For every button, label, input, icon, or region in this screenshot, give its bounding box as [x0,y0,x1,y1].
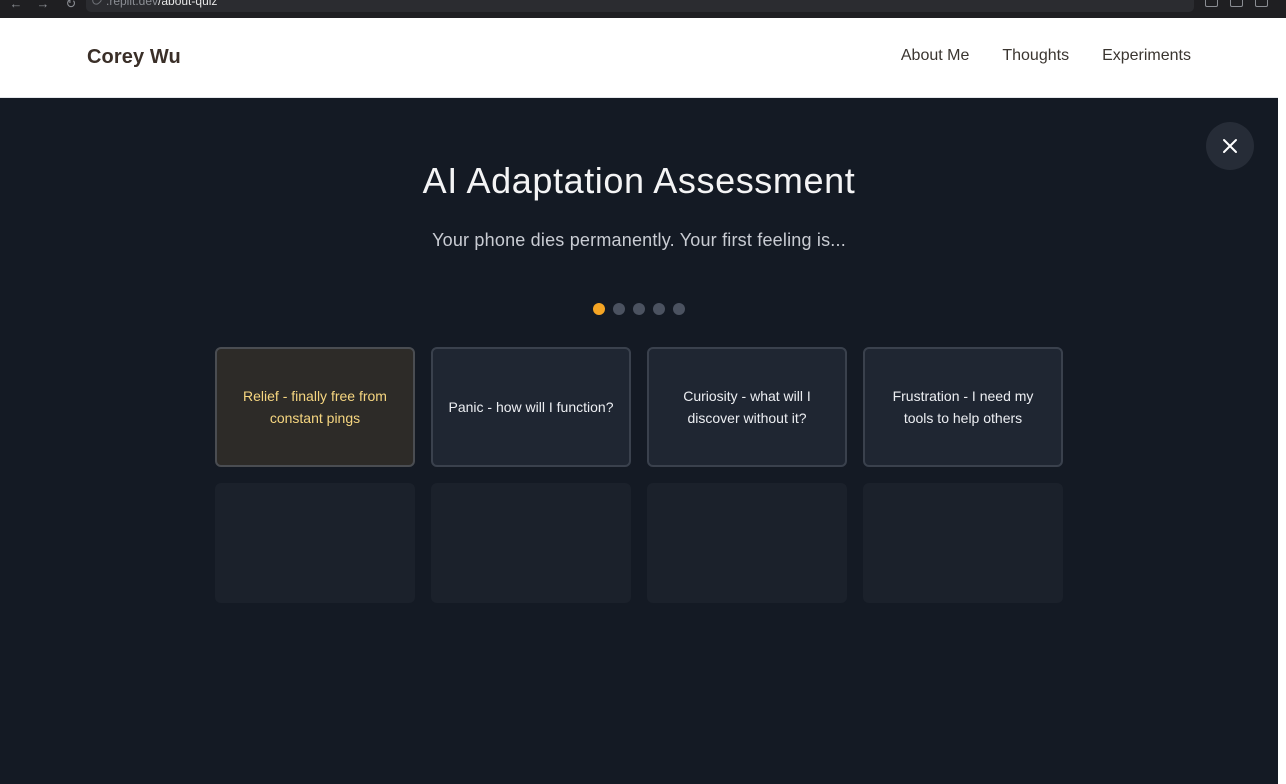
progress-dot [593,303,605,315]
progress-dot [613,303,625,315]
close-icon [1223,139,1237,153]
site-header: Corey Wu About Me Thoughts Experiments [0,18,1278,98]
address-bar[interactable]: .replit.dev/about-quiz [86,0,1194,12]
url-domain: .replit.dev [106,0,159,8]
progress-dot [633,303,645,315]
answer-option-panic[interactable]: Panic - how will I function? [431,347,631,467]
quiz-title: AI Adaptation Assessment [422,160,856,201]
option-placeholder [863,483,1063,603]
reload-icon[interactable]: ↻ [63,0,79,12]
quiz-question: Your phone dies permanently. Your first … [432,230,846,250]
nav-link-about-me[interactable]: About Me [901,47,969,65]
option-placeholder [647,483,847,603]
window-icon[interactable] [1255,0,1268,7]
nav-link-thoughts[interactable]: Thoughts [1002,47,1069,65]
arrow-left-icon[interactable]: ← [8,0,24,12]
progress-indicator [593,303,685,315]
nav-link-experiments[interactable]: Experiments [1102,47,1191,65]
scrollbar-track[interactable] [1278,18,1286,784]
progress-dot [673,303,685,315]
answer-option-relief[interactable]: Relief - finally free from constant ping… [215,347,415,467]
option-placeholder [215,483,415,603]
progress-dot [653,303,665,315]
sidebar-icon[interactable] [1205,0,1218,7]
main-nav: About Me Thoughts Experiments [901,47,1191,65]
url-path: /about-quiz [158,0,218,8]
answer-option-curiosity[interactable]: Curiosity - what will I discover without… [647,347,847,467]
quiz-panel: AI Adaptation Assessment Your phone dies… [0,98,1278,784]
site-brand[interactable]: Corey Wu [87,46,181,69]
browser-actions [1205,0,1268,7]
arrow-right-icon[interactable]: → [35,0,51,12]
answer-options: Relief - finally free from constant ping… [215,347,1063,603]
browser-toolbar: ← → ↻ .replit.dev/about-quiz [0,0,1286,18]
option-placeholder [431,483,631,603]
answer-option-frustration[interactable]: Frustration - I need my tools to help ot… [863,347,1063,467]
tools-icon[interactable] [1230,0,1243,7]
link-icon [90,0,104,7]
